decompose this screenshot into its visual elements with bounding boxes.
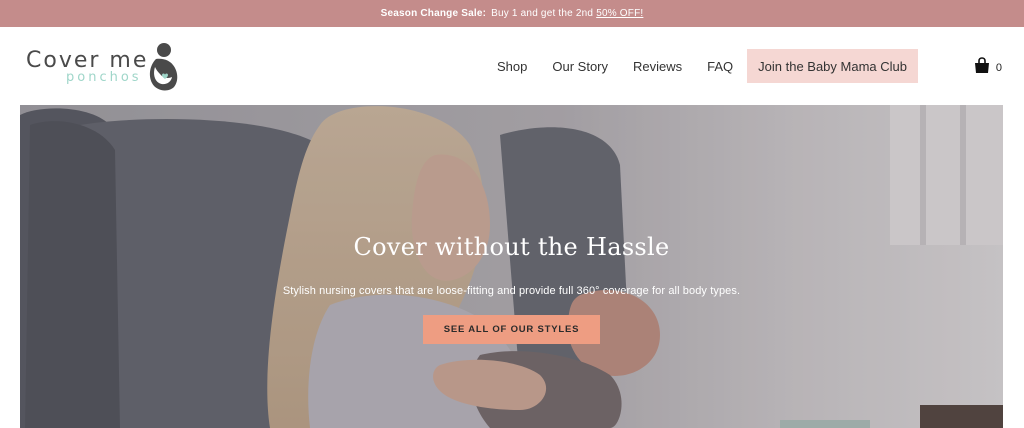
- site-header: Cover me ponchos Shop Our Story Reviews …: [0, 27, 1024, 105]
- announcement-bar: Season Change Sale: Buy 1 and get the 2n…: [0, 0, 1024, 27]
- see-all-styles-button[interactable]: SEE ALL OF OUR STYLES: [423, 315, 600, 344]
- cart-count: 0: [995, 61, 1002, 74]
- hero-banner: Cover without the Hassle Stylish nursing…: [20, 105, 1003, 428]
- nav-item-reviews[interactable]: Reviews: [633, 59, 682, 74]
- hero-overlay: [20, 105, 1003, 428]
- announcement-label: Season Change Sale:: [380, 8, 487, 19]
- mother-baby-logo-icon: [149, 43, 178, 91]
- announcement-text: Buy 1 and get the 2nd: [491, 8, 594, 19]
- hero-subtitle: Stylish nursing covers that are loose-fi…: [282, 285, 741, 297]
- nav-item-our-story[interactable]: Our Story: [552, 59, 608, 74]
- cart-button[interactable]: 0: [974, 57, 1002, 74]
- join-club-button[interactable]: Join the Baby Mama Club: [747, 49, 918, 83]
- logo-subtitle: ponchos: [66, 70, 142, 85]
- hero-title: Cover without the Hassle: [353, 233, 670, 261]
- nav-item-shop[interactable]: Shop: [497, 59, 527, 74]
- shopping-bag-icon: [974, 57, 989, 73]
- announcement-discount-link[interactable]: 50% OFF!: [596, 8, 643, 19]
- nav-item-faq[interactable]: FAQ: [707, 59, 733, 74]
- main-nav: Shop Our Story Reviews FAQ Join the Baby…: [497, 49, 918, 83]
- site-logo[interactable]: Cover me ponchos: [26, 41, 186, 93]
